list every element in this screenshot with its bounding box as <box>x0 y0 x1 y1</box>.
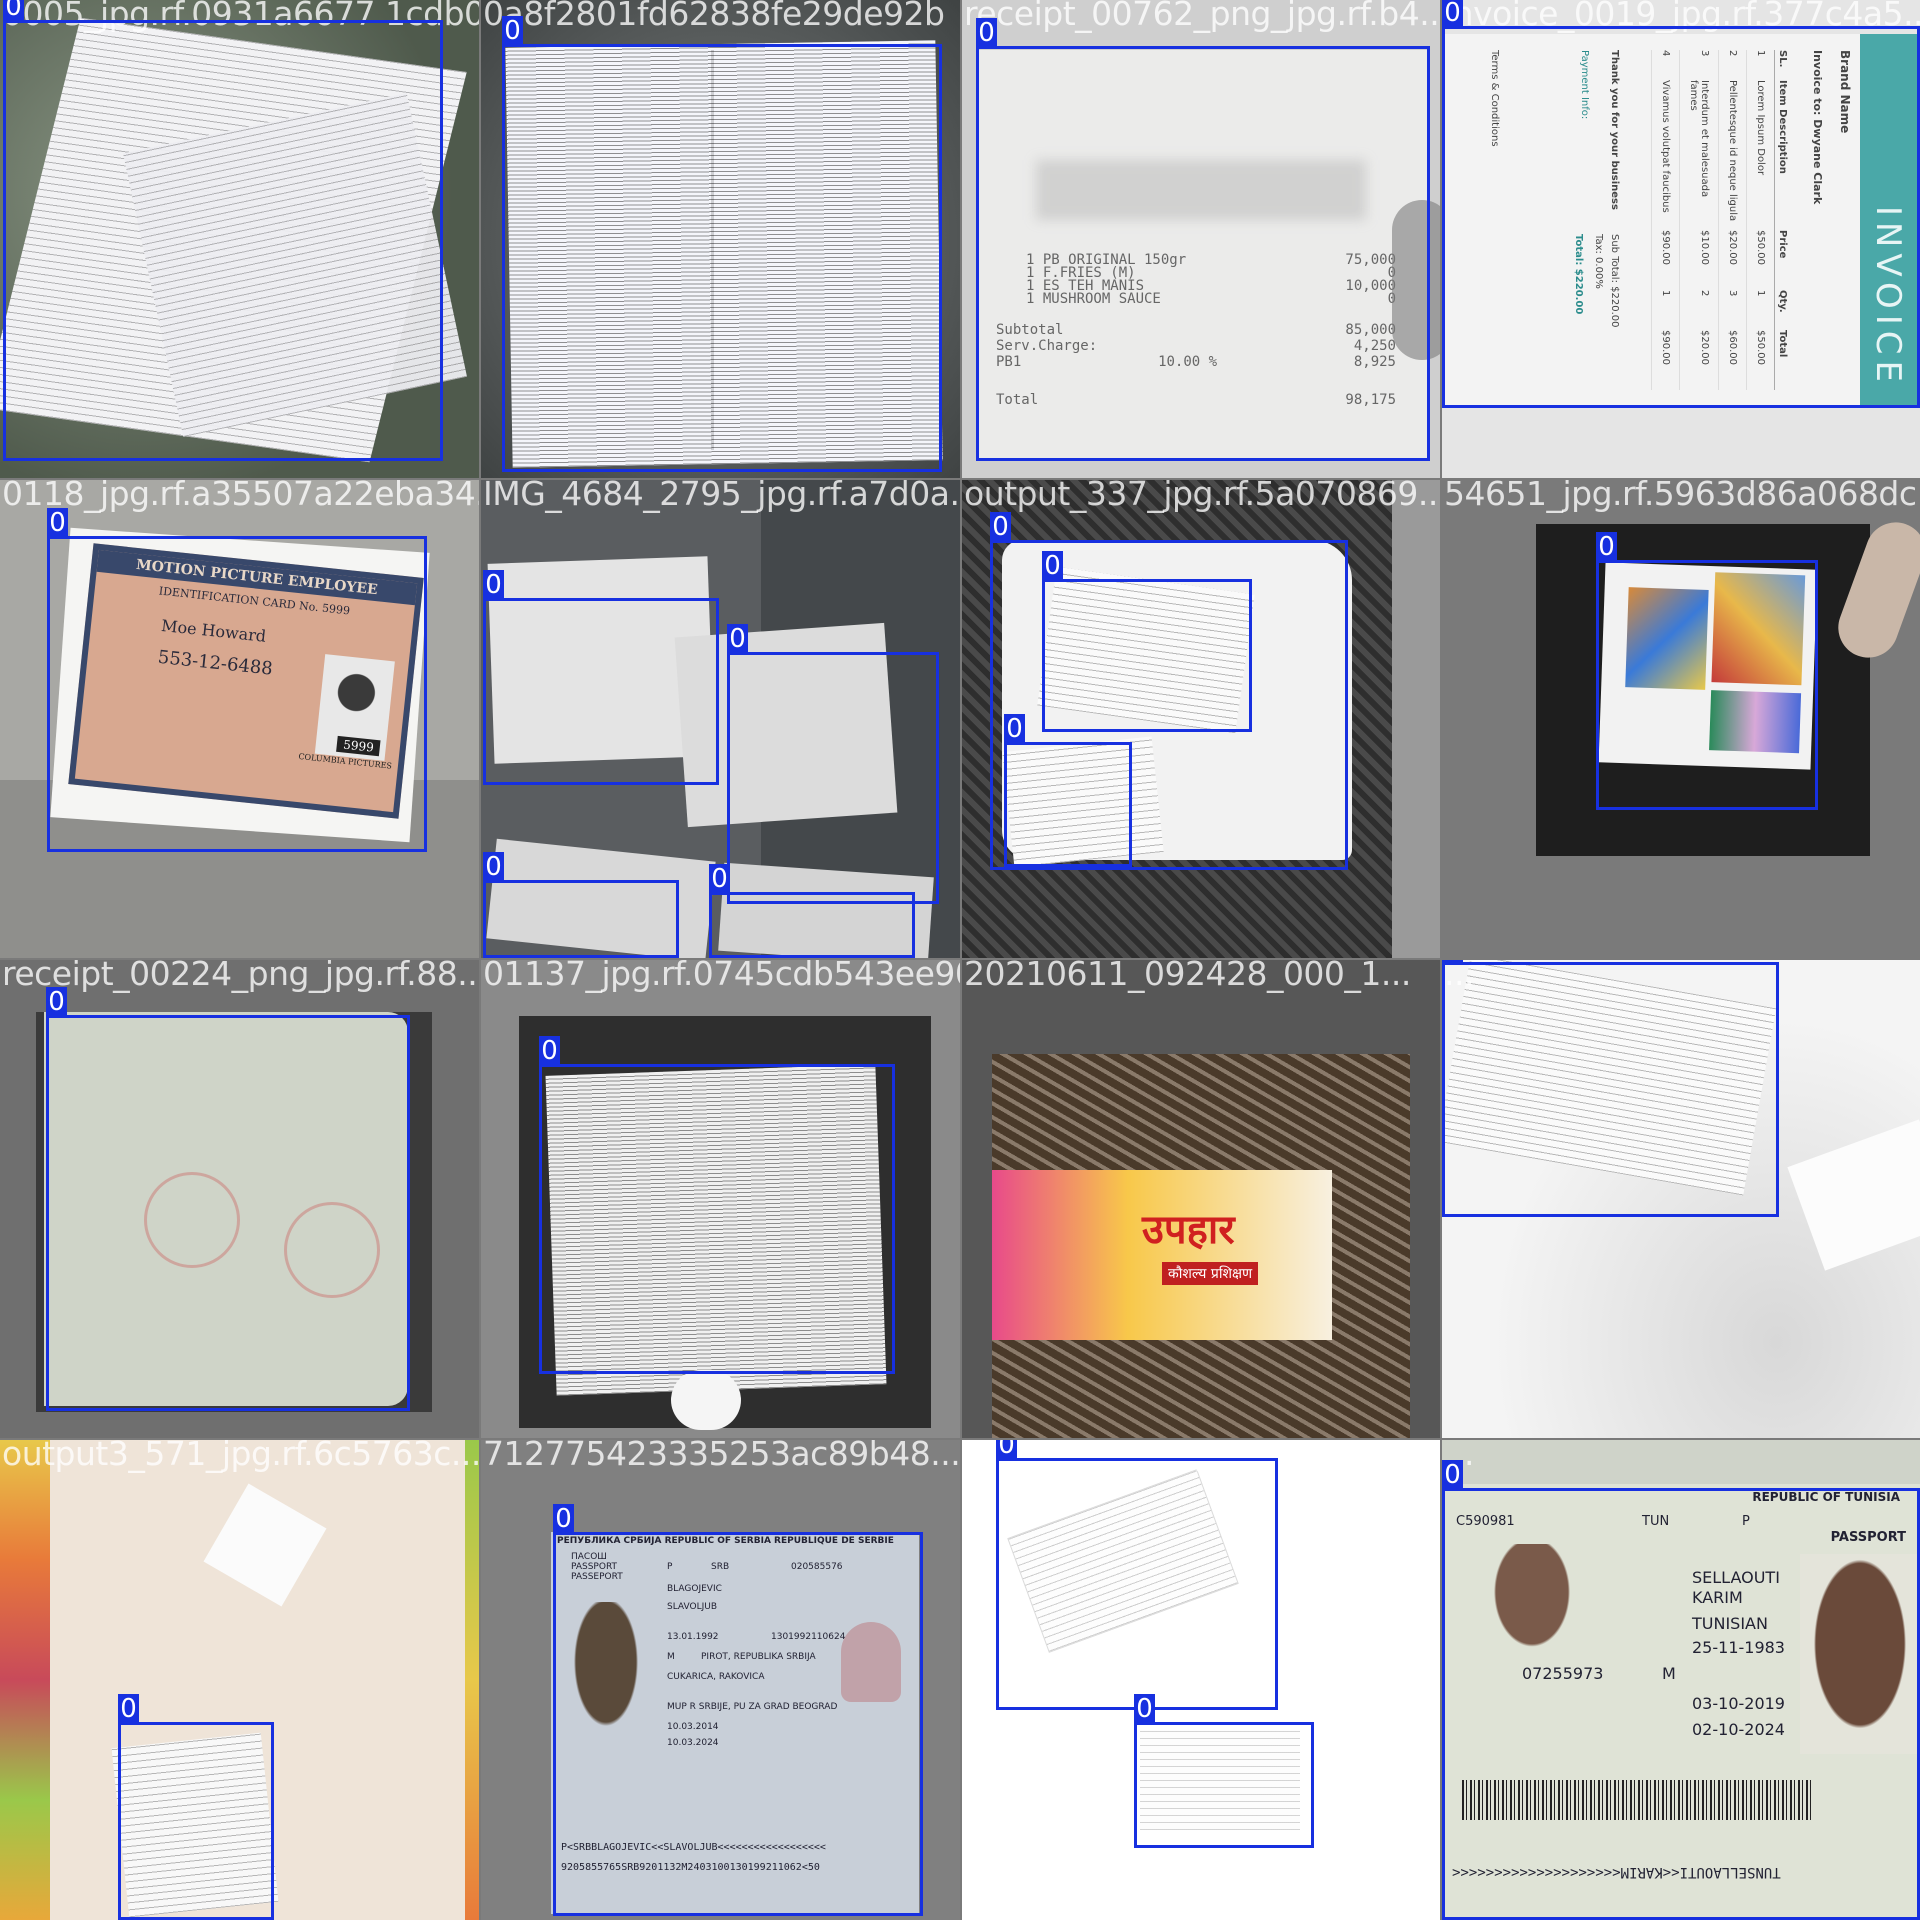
class-label: 0 <box>118 1694 139 1725</box>
class-label: 0 <box>1004 714 1025 745</box>
flyer-headline: उपहार <box>1142 1207 1235 1253</box>
class-label: 0 <box>539 1036 560 1067</box>
flyer: उपहार कौशल्य प्रशिक्षण <box>992 1170 1332 1340</box>
bounding-box[interactable]: 0 <box>483 852 679 958</box>
bounding-box[interactable]: 0 <box>1596 532 1818 810</box>
tile-8: 54651_jpg.rf.5963d86a068dc 0 <box>1442 480 1920 958</box>
tile-14: РЕПУБЛИКА СРБИЈА REPUBLIC OF SERBIA REPU… <box>481 1440 960 1920</box>
class-label: 0 <box>3 0 24 23</box>
detection-mosaic: 0005_jpg.rf.0931a6677 1cdb0e36828 0 0a8f… <box>0 0 1920 1920</box>
tile-filename: 01137_jpg.rf.0745cdb543ee90... <box>483 960 960 993</box>
class-label: 0 <box>727 624 748 655</box>
bounding-box[interactable]: 0 <box>118 1694 274 1920</box>
class-label: 0 <box>709 864 730 895</box>
tile-1: 0005_jpg.rf.0931a6677 1cdb0e36828 0 <box>0 0 479 478</box>
tile-filename: 54651_jpg.rf.5963d86a068dc <box>1444 480 1917 513</box>
class-label: 0 <box>553 1504 574 1535</box>
tile-3: 1 PB ORIGINAL 150gr 1 F.FRIES (M) 1 ES T… <box>962 0 1440 478</box>
tile-filename: output_337_jpg.rf.5a070869... <box>964 480 1440 513</box>
tile-filename: 0a8f2801fd62838fe29de92b <box>483 0 945 33</box>
bounding-box[interactable]: 0 <box>1004 714 1132 867</box>
tile-9: receipt_00224_png_jpg.rf.88... 0 <box>0 960 479 1438</box>
bounding-box[interactable]: 0 <box>1134 1694 1314 1848</box>
bounding-box[interactable]: 0 <box>996 1440 1278 1710</box>
tile-filename: 712775423335253ac89b48... <box>483 1440 960 1473</box>
tile-filename: receipt_00224_png_jpg.rf.88... <box>2 960 479 993</box>
tile-6: IMG_4684_2795_jpg.rf.a7d0a... 0 0 0 0 <box>481 480 960 958</box>
tile-5: MOTION PICTURE EMPLOYEE IDENTIFICATION C… <box>0 480 479 958</box>
bounding-box[interactable]: 0 <box>1442 1460 1920 1920</box>
class-label: 0 <box>1042 551 1063 582</box>
tile-4: INVOICE Brand Name Invoice to: Dwyane Cl… <box>1442 0 1920 478</box>
tile-15: output_469_jpg.rf.c2145d8... 0 0 <box>962 1440 1440 1920</box>
bounding-box[interactable]: 0 <box>47 508 427 852</box>
bounding-box[interactable]: 0 <box>727 624 939 904</box>
bounding-box[interactable]: 0 <box>976 18 1430 461</box>
class-label: 0 <box>1442 960 1463 965</box>
leaf-border <box>0 1440 50 1920</box>
tile-2: 0a8f2801fd62838fe29de92b 0 <box>481 0 960 478</box>
bounding-box[interactable]: 0 <box>709 864 915 958</box>
tile-filename: receipt_00762_png_jpg.rf.b4... <box>964 0 1440 33</box>
leaf-border <box>465 1440 479 1920</box>
tile-filename: output3_571_jpg.rf.6c5763c... <box>2 1440 479 1473</box>
tile-filename: 0118_jpg.rf.a35507a22eba34... <box>2 480 479 513</box>
class-label: 0 <box>483 570 504 601</box>
class-label: 0 <box>990 512 1011 543</box>
bounding-box[interactable]: 0 <box>1442 0 1920 408</box>
bounding-box[interactable]: 0 <box>46 987 410 1411</box>
tile-7: output_337_jpg.rf.5a070869... 0 0 0 <box>962 480 1440 958</box>
tile-10: 01137_jpg.rf.0745cdb543ee90... 0 <box>481 960 960 1438</box>
class-label: 0 <box>1442 0 1463 29</box>
tile-filename: 20210611_092428_000_1... <box>964 960 1411 993</box>
class-label: 0 <box>1134 1694 1155 1725</box>
tile-11: उपहार कौशल्य प्रशिक्षण 20210611_092428_0… <box>962 960 1440 1438</box>
bounding-box[interactable]: 0 <box>483 570 719 785</box>
tile-12: ... 0 <box>1442 960 1920 1438</box>
class-label: 0 <box>483 852 504 883</box>
bounding-box[interactable]: 0 <box>539 1036 895 1374</box>
glove <box>671 1370 741 1430</box>
bounding-box[interactable]: 0 <box>502 16 942 472</box>
tile-16: REPUBLIC OF TUNISIA PASSPORT C590981 P T… <box>1442 1440 1920 1920</box>
flyer-subline: कौशल्य प्रशिक्षण <box>1162 1262 1259 1285</box>
tile-filename: IMG_4684_2795_jpg.rf.a7d0a... <box>483 480 960 513</box>
class-label: 0 <box>976 18 997 49</box>
bounding-box[interactable]: 0 <box>1042 551 1252 732</box>
bounding-box[interactable]: 0 <box>553 1504 923 1916</box>
bounding-box[interactable]: 0 <box>1442 960 1779 1217</box>
class-label: 0 <box>1596 532 1617 563</box>
class-label: 0 <box>502 16 523 47</box>
class-label: 0 <box>996 1440 1017 1461</box>
tile-13: output3_571_jpg.rf.6c5763c... 0 <box>0 1440 479 1920</box>
class-label: 0 <box>1442 1460 1463 1491</box>
bounding-box[interactable]: 0 <box>3 0 443 461</box>
paper-sheet <box>203 1483 327 1607</box>
class-label: 0 <box>46 987 67 1018</box>
class-label: 0 <box>47 508 68 539</box>
